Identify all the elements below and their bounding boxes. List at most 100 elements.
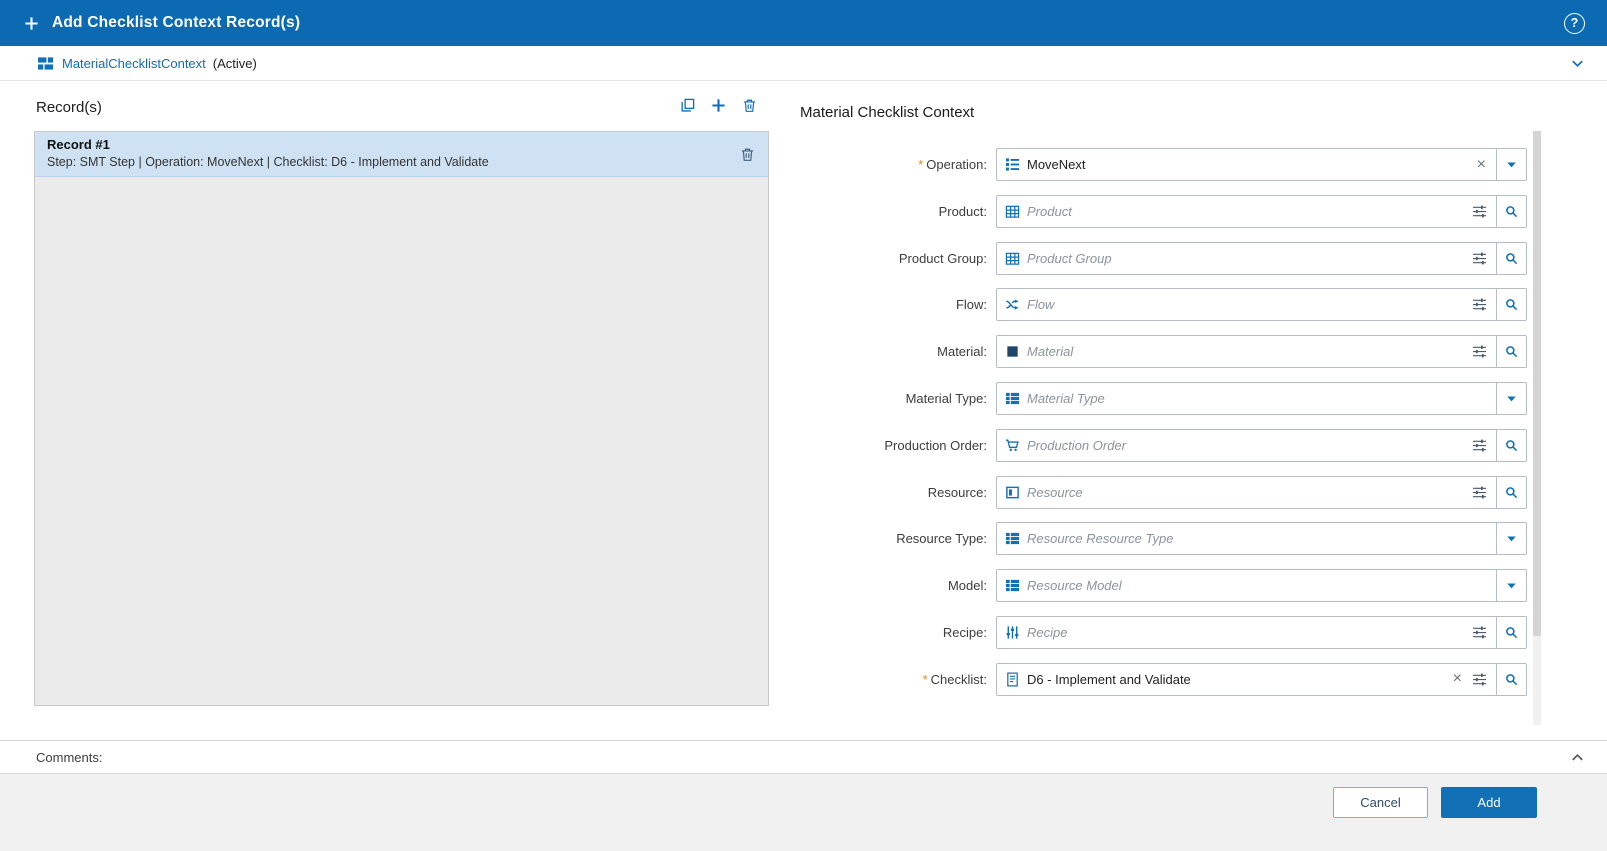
entity-grid-icon (38, 56, 53, 71)
flow-input[interactable]: Flow (996, 288, 1497, 322)
model-dropdown-button[interactable] (1496, 569, 1527, 603)
record-title: Record #1 (47, 137, 110, 152)
product-search-button[interactable] (1496, 194, 1527, 228)
product-icon (997, 204, 1027, 219)
checklist-value: D6 - Implement and Validate (1027, 671, 1191, 687)
recipe-label: Recipe: (942, 624, 987, 640)
resource-label: Resource: (927, 484, 987, 500)
production-order-label: Production Order: (884, 437, 987, 453)
cancel-button[interactable]: Cancel (1333, 787, 1428, 818)
resource-input[interactable]: Resource (996, 475, 1497, 509)
filter-icon[interactable] (1472, 204, 1487, 219)
form-scrollbar-thumb[interactable] (1533, 131, 1541, 636)
delete-record-icon[interactable] (742, 98, 757, 113)
filter-icon[interactable] (1472, 672, 1487, 687)
form-row-flow: Flow: Flow (800, 288, 1527, 322)
form-row-production-order: Production Order: Production Order (800, 428, 1527, 462)
form-row-recipe: Recipe: Recipe (800, 615, 1527, 649)
filter-icon[interactable] (1472, 251, 1487, 266)
filter-icon[interactable] (1472, 344, 1487, 359)
resource-type-label: Resource Type: (896, 531, 987, 547)
clear-icon[interactable]: × (1453, 671, 1462, 687)
operation-dropdown-button[interactable] (1496, 148, 1527, 181)
production-order-icon (997, 438, 1027, 453)
production-order-input[interactable]: Production Order (996, 428, 1497, 462)
material-label: Material: (937, 344, 987, 360)
context-bar: MaterialChecklistContext (Active) (0, 46, 1607, 81)
form-row-resource: Resource: Resource (800, 475, 1527, 509)
material-type-input[interactable]: Material Type (996, 381, 1497, 415)
form-panel-title: Material Checklist Context (800, 104, 975, 121)
model-placeholder: Resource Model (1027, 578, 1122, 594)
add-button[interactable]: Add (1441, 787, 1537, 818)
context-name-link[interactable]: MaterialChecklistContext (62, 56, 206, 71)
filter-icon[interactable] (1472, 297, 1487, 312)
record-texts: Record #1 Step: SMT Step | Operation: Mo… (35, 132, 740, 176)
checklist-input[interactable]: D6 - Implement and Validate × (996, 662, 1497, 696)
filter-icon[interactable] (1472, 625, 1487, 640)
record-delete-icon[interactable] (740, 147, 768, 162)
material-type-placeholder: Material Type (1027, 390, 1105, 406)
resource-type-dropdown-button[interactable] (1496, 522, 1527, 556)
product-group-icon (997, 251, 1027, 266)
model-icon (997, 578, 1027, 593)
chevron-up-icon[interactable] (1570, 750, 1585, 765)
material-search-button[interactable] (1496, 335, 1527, 369)
form-row-material-type: Material Type: Material Type (800, 381, 1527, 415)
model-label: Model: (947, 578, 987, 594)
dialog-title: Add Checklist Context Record(s) (52, 14, 301, 31)
resource-type-input[interactable]: Resource Resource Type (996, 522, 1497, 556)
product-placeholder: Product (1027, 203, 1072, 219)
context-form: * Operation: MoveNext × Product: Product … (800, 148, 1527, 710)
records-list: Record #1 Step: SMT Step | Operation: Mo… (34, 131, 769, 706)
record-list-item[interactable]: Record #1 Step: SMT Step | Operation: Mo… (35, 132, 768, 177)
resource-placeholder: Resource (1027, 484, 1083, 500)
recipe-input[interactable]: Recipe (996, 615, 1497, 649)
flow-label: Flow: (955, 297, 987, 313)
form-row-material: Material: Material (800, 335, 1527, 369)
material-type-icon (997, 391, 1027, 406)
product-label: Product: (938, 203, 987, 219)
checklist-icon (997, 672, 1027, 687)
operation-label: Operation: (926, 157, 987, 172)
required-marker: * (922, 671, 928, 687)
clear-icon[interactable]: × (1477, 156, 1486, 173)
records-toolbar (680, 98, 757, 113)
filter-icon[interactable] (1472, 438, 1487, 453)
chevron-down-icon[interactable] (1570, 56, 1585, 71)
product-group-input[interactable]: Product Group (996, 241, 1497, 275)
context-status: (Active) (212, 55, 257, 71)
product-group-placeholder: Product Group (1027, 250, 1112, 266)
material-type-label: Material Type: (905, 390, 987, 406)
resource-search-button[interactable] (1496, 475, 1527, 509)
resource-type-placeholder: Resource Resource Type (1027, 531, 1174, 547)
help-icon[interactable]: ? (1564, 12, 1585, 34)
form-row-model: Model: Resource Model (800, 569, 1527, 603)
material-placeholder: Material (1027, 344, 1074, 360)
product-input[interactable]: Product (996, 194, 1497, 228)
flow-search-button[interactable] (1496, 288, 1527, 322)
filter-icon[interactable] (1472, 485, 1487, 500)
form-row-operation: * Operation: MoveNext × (800, 148, 1527, 181)
material-icon (997, 344, 1027, 359)
material-type-dropdown-button[interactable] (1496, 381, 1527, 415)
material-input[interactable]: Material (996, 335, 1497, 369)
resource-icon (997, 485, 1027, 500)
copy-record-icon[interactable] (680, 98, 695, 113)
production-order-placeholder: Production Order (1027, 437, 1126, 453)
recipe-placeholder: Recipe (1027, 624, 1068, 640)
flow-placeholder: Flow (1027, 297, 1055, 313)
checklist-search-button[interactable] (1496, 662, 1527, 696)
production-order-search-button[interactable] (1496, 428, 1527, 462)
checklist-label: Checklist: (930, 671, 987, 687)
recipe-icon (997, 625, 1027, 640)
form-row-product-group: Product Group: Product Group (800, 241, 1527, 275)
add-record-icon[interactable] (711, 98, 726, 113)
recipe-search-button[interactable] (1496, 615, 1527, 649)
product-group-search-button[interactable] (1496, 241, 1527, 275)
dialog-titlebar: Add Checklist Context Record(s) ? (0, 0, 1607, 46)
form-scrollbar[interactable] (1533, 131, 1541, 725)
operation-input[interactable]: MoveNext × (996, 148, 1497, 181)
product-group-label: Product Group: (898, 250, 987, 266)
model-input[interactable]: Resource Model (996, 569, 1497, 603)
